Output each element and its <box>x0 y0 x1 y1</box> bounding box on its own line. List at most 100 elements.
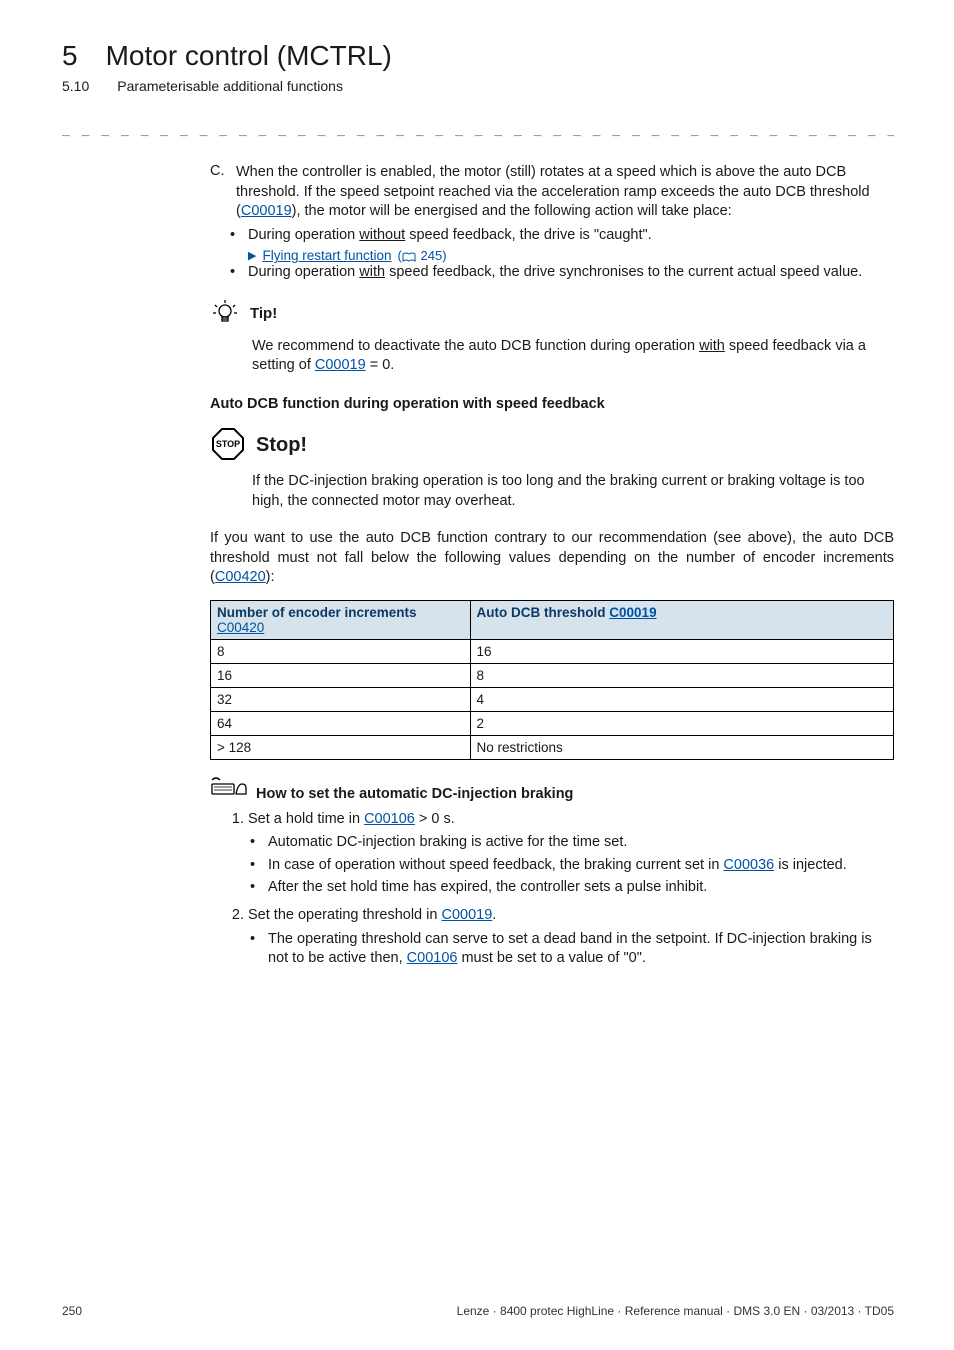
bullet-item: • Automatic DC-injection braking is activ… <box>250 833 894 853</box>
lightbulb-icon <box>210 297 240 331</box>
text: ): <box>266 569 275 585</box>
hand-keyboard-icon <box>210 774 250 802</box>
cell: > 128 <box>211 735 471 759</box>
tip-text: We recommend to deactivate the auto DCB … <box>252 337 894 376</box>
page-footer: 250 Lenze · 8400 protec HighLine · Refer… <box>62 1304 894 1318</box>
bullet-dot: • <box>250 878 260 898</box>
table-row: > 128No restrictions <box>211 735 894 759</box>
cell: No restrictions <box>470 735 893 759</box>
table-header: Auto DCB threshold C00019 <box>470 600 893 639</box>
cell: 32 <box>211 687 471 711</box>
text: We recommend to deactivate the auto DCB … <box>252 338 699 354</box>
bullet-item: • During operation without speed feedbac… <box>230 226 894 246</box>
text: ), the motor will be energised and the f… <box>292 203 732 219</box>
text: Set a hold time in <box>248 811 364 827</box>
text: In case of operation without speed feedb… <box>268 857 723 873</box>
divider: _ _ _ _ _ _ _ _ _ _ _ _ _ _ _ _ _ _ _ _ … <box>62 122 894 137</box>
tip-label: Tip! <box>250 305 277 322</box>
text: During operation <box>248 227 359 243</box>
link-c00036[interactable]: C00036 <box>723 857 774 873</box>
link-c00019[interactable]: C00019 <box>315 357 366 373</box>
cell: 16 <box>470 639 893 663</box>
link-c00019[interactable]: C00019 <box>609 605 656 620</box>
stop-block: STOP Stop! If the DC-injection braking o… <box>210 426 894 511</box>
encoder-table: Number of encoder increments C00420 Auto… <box>210 600 894 760</box>
page-header: 5 Motor control (MCTRL) 5.10 Parameteris… <box>62 40 894 94</box>
link-c00420[interactable]: C00420 <box>215 569 266 585</box>
bullet-text: In case of operation without speed feedb… <box>268 856 847 876</box>
link-c00420[interactable]: C00420 <box>217 620 464 635</box>
section-title: Parameterisable additional functions <box>117 78 343 94</box>
text: Set the operating threshold in <box>248 907 441 923</box>
bullet-dot: • <box>230 263 240 283</box>
table-header: Number of encoder increments C00420 <box>211 600 471 639</box>
bullet-dot: • <box>230 226 240 246</box>
list-item-c: C. When the controller is enabled, the m… <box>210 163 894 222</box>
text: During operation <box>248 264 359 280</box>
page-ref: ( 245) <box>398 248 447 263</box>
bullet-text: During operation without speed feedback,… <box>248 226 652 246</box>
text: = 0. <box>366 357 395 373</box>
bullet-dot: • <box>250 833 260 853</box>
cell: 8 <box>470 663 893 687</box>
step-1: Set a hold time in C00106 > 0 s. • Automa… <box>248 810 894 898</box>
link-c00019[interactable]: C00019 <box>241 203 292 219</box>
text: Auto DCB threshold <box>477 605 610 620</box>
table-row: 816 <box>211 639 894 663</box>
paragraph: If you want to use the auto DCB function… <box>210 529 894 588</box>
howto-header: How to set the automatic DC-injection br… <box>210 774 894 802</box>
cross-ref: ▶ Flying restart function ( 245) <box>248 248 894 263</box>
steps-list: Set a hold time in C00106 > 0 s. • Automa… <box>230 810 894 969</box>
cell: 64 <box>211 711 471 735</box>
step-2: Set the operating threshold in C00019. •… <box>248 906 894 969</box>
table-row: 168 <box>211 663 894 687</box>
table-row: 324 <box>211 687 894 711</box>
cell: 8 <box>211 639 471 663</box>
link-c00019[interactable]: C00019 <box>441 907 492 923</box>
text: speed feedback, the drive synchronises t… <box>385 264 862 280</box>
underline-text: with <box>359 264 385 280</box>
triangle-icon: ▶ <box>248 249 256 262</box>
text: If you want to use the auto DCB function… <box>210 530 894 585</box>
chapter-number: 5 <box>62 40 78 72</box>
text: is injected. <box>774 857 847 873</box>
text: Automatic DC-injection braking is active… <box>268 833 627 853</box>
svg-text:STOP: STOP <box>216 439 240 449</box>
table-row: 642 <box>211 711 894 735</box>
text: must be set to a value of "0". <box>457 950 645 966</box>
link-c00106[interactable]: C00106 <box>407 950 458 966</box>
tip-block: Tip! We recommend to deactivate the auto… <box>210 297 894 376</box>
bullet-text: The operating threshold can serve to set… <box>268 930 894 969</box>
stop-label: Stop! <box>256 434 307 457</box>
bullet-dot: • <box>250 856 260 876</box>
text: Number of encoder increments <box>217 605 417 620</box>
stop-icon: STOP <box>210 426 246 466</box>
cell: 16 <box>211 663 471 687</box>
item-letter: C. <box>210 163 228 222</box>
underline-text: with <box>699 338 725 354</box>
section-number: 5.10 <box>62 78 89 94</box>
page-number: 245 <box>421 248 443 263</box>
stop-text: If the DC-injection braking operation is… <box>252 472 894 511</box>
underline-text: without <box>359 227 405 243</box>
bullet-text: During operation with speed feedback, th… <box>248 263 862 283</box>
text: After the set hold time has expired, the… <box>268 878 707 898</box>
text: > 0 s. <box>415 811 455 827</box>
section-heading: Auto DCB function during operation with … <box>210 396 894 412</box>
bullet-item: • In case of operation without speed feed… <box>250 856 894 876</box>
cell: 2 <box>470 711 893 735</box>
bullet-dot: • <box>250 930 260 969</box>
text: speed feedback, the drive is "caught". <box>405 227 651 243</box>
bullet-item: •The operating threshold can serve to se… <box>250 930 894 969</box>
link-flying-restart[interactable]: Flying restart function <box>262 248 391 263</box>
link-c00106[interactable]: C00106 <box>364 811 415 827</box>
page-number: 250 <box>62 1304 82 1318</box>
item-text: When the controller is enabled, the moto… <box>236 163 894 222</box>
cell: 4 <box>470 687 893 711</box>
text: . <box>492 907 496 923</box>
chapter-title: Motor control (MCTRL) <box>106 40 392 72</box>
footer-text: Lenze · 8400 protec HighLine · Reference… <box>457 1304 894 1318</box>
book-icon <box>402 251 417 262</box>
bullet-item: • During operation with speed feedback, … <box>230 263 894 283</box>
howto-label: How to set the automatic DC-injection br… <box>256 786 573 802</box>
